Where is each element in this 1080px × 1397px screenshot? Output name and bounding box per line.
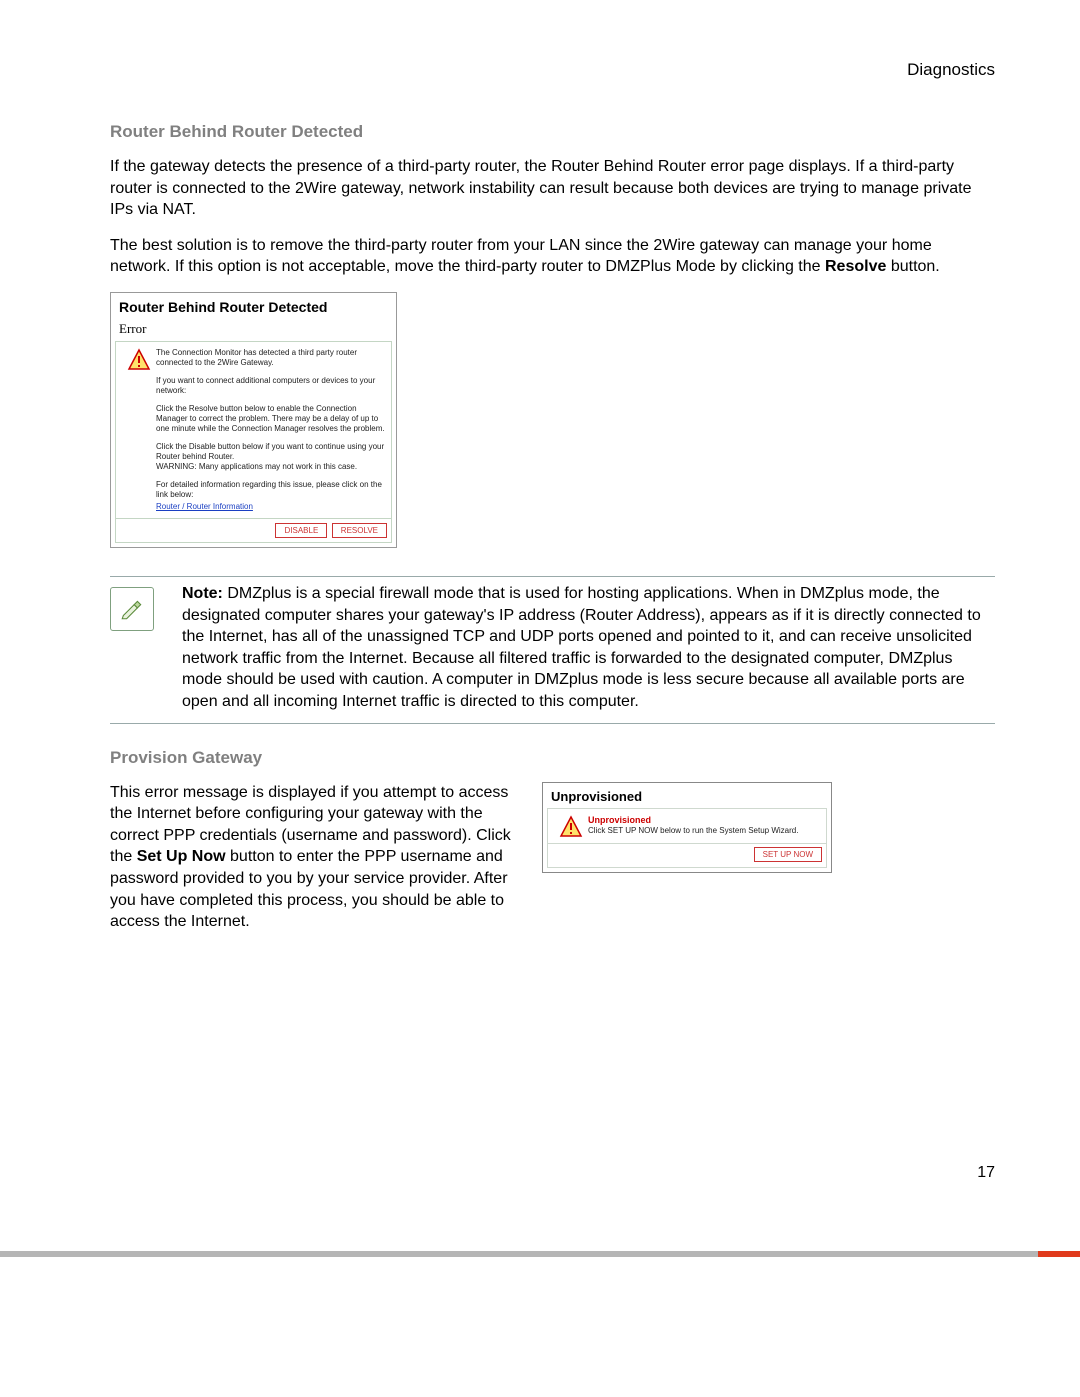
- panel1-inner: The Connection Monitor has detected a th…: [115, 341, 392, 543]
- warning-icon: [554, 815, 588, 839]
- note-box: Note: DMZplus is a special firewall mode…: [110, 576, 995, 724]
- panel1-buttons: DISABLE RESOLVE: [116, 518, 391, 542]
- warning-icon: [122, 348, 156, 372]
- panel1-msg2: If you want to connect additional comput…: [156, 376, 385, 396]
- panel1-text: The Connection Monitor has detected a th…: [156, 348, 385, 512]
- panel1-msg3: Click the Resolve button below to enable…: [156, 404, 385, 434]
- panel2-msg: Click SET UP NOW below to run the System…: [588, 826, 820, 836]
- provision-two-col: This error message is displayed if you a…: [110, 782, 995, 933]
- note-text: Note: DMZplus is a special firewall mode…: [182, 583, 995, 713]
- router-heading: Router Behind Router Detected: [110, 122, 995, 142]
- provision-heading: Provision Gateway: [110, 748, 995, 768]
- router-p2: The best solution is to remove the third…: [110, 235, 995, 278]
- footer-bar: [0, 1251, 1080, 1257]
- provision-paragraph: This error message is displayed if you a…: [110, 782, 530, 933]
- disable-button[interactable]: DISABLE: [275, 523, 327, 538]
- panel1-msg4: Click the Disable button below if you wa…: [156, 442, 385, 472]
- note-label: Note:: [182, 585, 223, 602]
- panel1-subtitle: Error: [111, 319, 396, 341]
- panel1-title: Router Behind Router Detected: [111, 293, 396, 319]
- panel2-text: Unprovisioned Click SET UP NOW below to …: [588, 815, 820, 836]
- panel1-msg1: The Connection Monitor has detected a th…: [156, 348, 385, 368]
- router-p2-bold: Resolve: [825, 258, 886, 275]
- router-info-link[interactable]: Router / Router Information: [156, 502, 253, 511]
- router-p2-b: button.: [886, 258, 939, 275]
- header-section: Diagnostics: [110, 60, 995, 80]
- unprovisioned-panel: Unprovisioned: [542, 782, 832, 873]
- resolve-button[interactable]: RESOLVE: [332, 523, 387, 538]
- provision-p-bold: Set Up Now: [137, 848, 226, 865]
- router-error-panel: Router Behind Router Detected Error The …: [110, 292, 397, 548]
- pencil-icon: [110, 587, 154, 631]
- footer-bar-grey: [0, 1251, 1038, 1257]
- panel2-buttons: SET UP NOW: [548, 843, 826, 865]
- panel1-msg5: For detailed information regarding this …: [156, 480, 385, 500]
- router-p1: If the gateway detects the presence of a…: [110, 156, 995, 221]
- set-up-now-button[interactable]: SET UP NOW: [754, 847, 822, 862]
- note-body: DMZplus is a special firewall mode that …: [182, 585, 981, 710]
- router-p2-a: The best solution is to remove the third…: [110, 237, 932, 276]
- panel2-inner: Unprovisioned Click SET UP NOW below to …: [547, 808, 827, 868]
- panel2-title: Unprovisioned: [543, 783, 831, 808]
- panel2-status: Unprovisioned: [588, 815, 820, 826]
- page: Diagnostics Router Behind Router Detecte…: [0, 0, 1080, 1397]
- footer-bar-red: [1038, 1251, 1080, 1257]
- page-number: 17: [977, 1164, 995, 1182]
